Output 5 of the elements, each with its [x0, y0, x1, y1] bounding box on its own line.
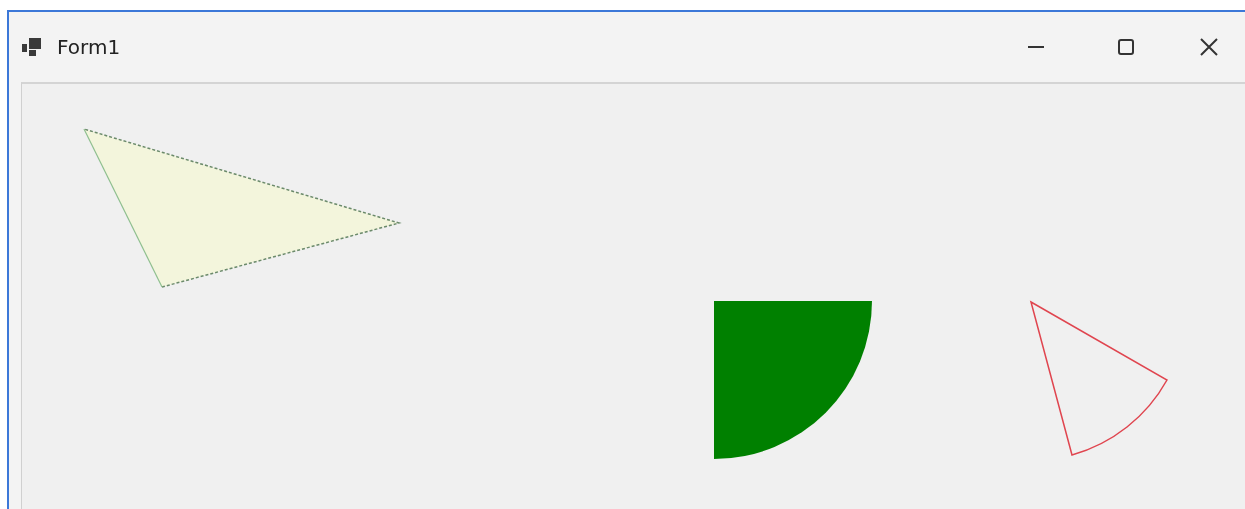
close-icon: [1199, 38, 1219, 56]
minimize-icon: [1026, 46, 1046, 48]
maximize-icon: [1116, 38, 1136, 56]
window-title: Form1: [57, 35, 121, 59]
app-icon: [22, 37, 41, 57]
